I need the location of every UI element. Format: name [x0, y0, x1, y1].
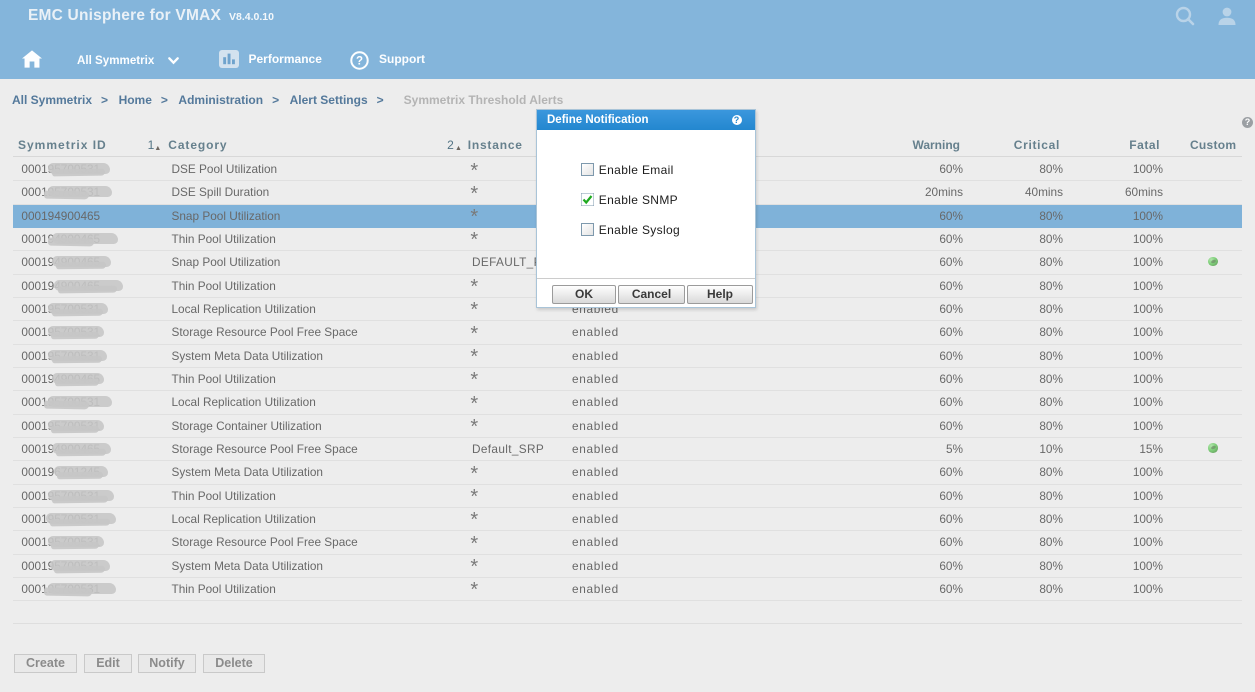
svg-text:?: ?	[355, 55, 362, 67]
